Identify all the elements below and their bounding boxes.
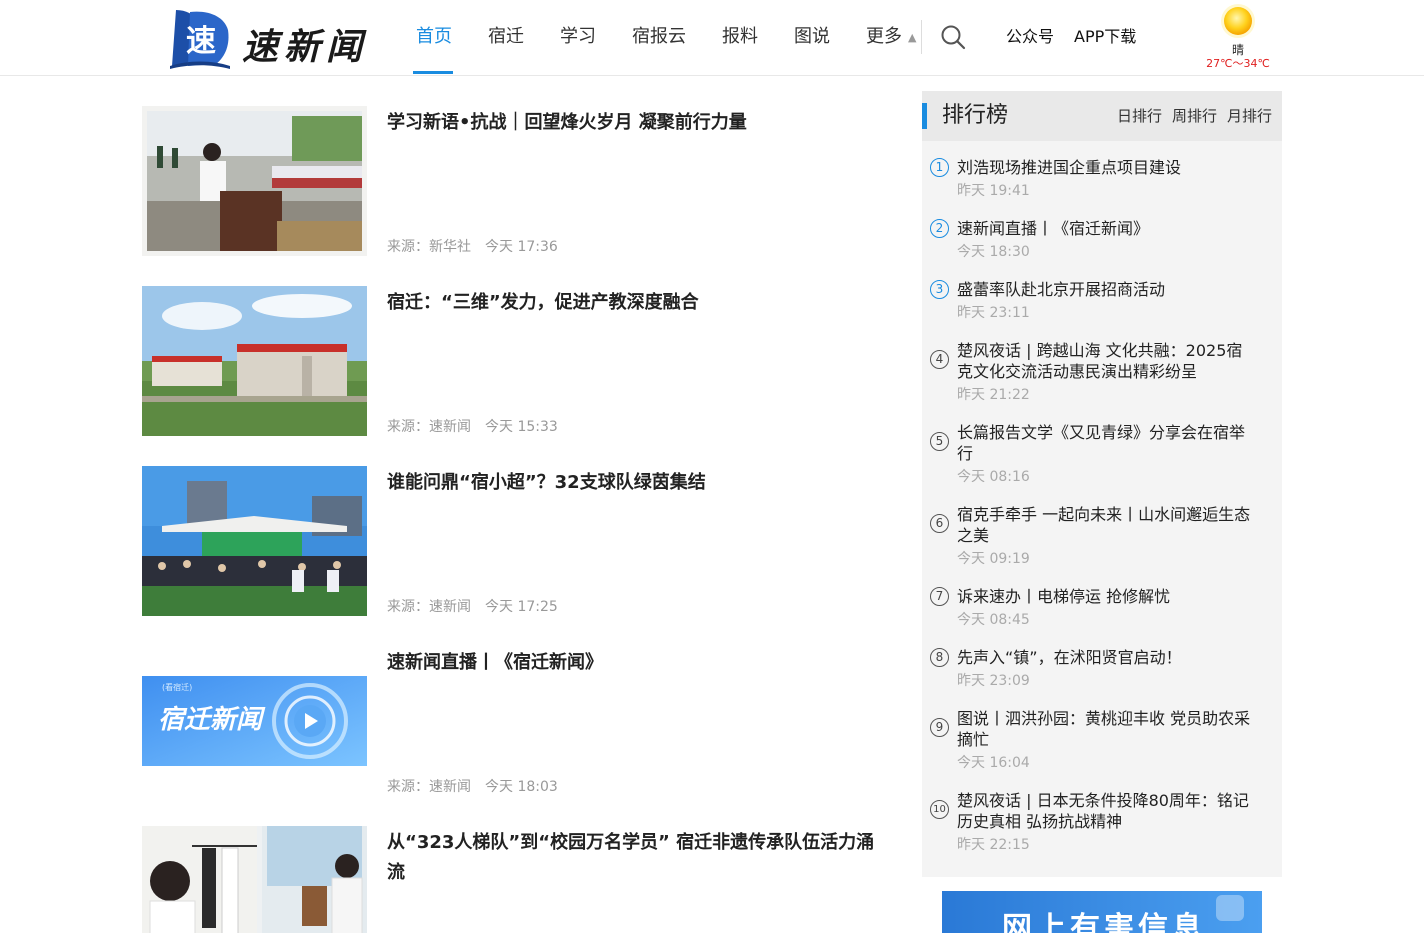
rank-number: 7 xyxy=(930,587,949,606)
nav-item-study[interactable]: 学习 xyxy=(544,0,612,76)
news-item: 谁能问鼎“宿小超”？32支球队绿茵集结 来源：速新闻 今天 17:25 xyxy=(142,466,892,616)
news-time: 今天 18:03 xyxy=(485,779,558,795)
news-title[interactable]: 宿迁：“三维”发力，促进产教深度融合 xyxy=(387,288,887,318)
ranking-item-title[interactable]: 刘浩现场推进国企重点项目建设 xyxy=(957,157,1257,178)
live-broadcast-banner: (看宿迁) 宿迁新闻 xyxy=(142,646,367,796)
nav-item-tips[interactable]: 报料 xyxy=(706,0,774,76)
ranking-item-time: 昨天 23:09 xyxy=(957,673,1030,689)
campus-aerial-photo xyxy=(142,286,367,436)
ranking-item-time: 昨天 19:41 xyxy=(957,183,1030,199)
ranking-item-time: 今天 18:30 xyxy=(957,244,1030,260)
news-meta: 来源：速新闻 今天 18:03 xyxy=(387,776,572,796)
ranking-item-time: 今天 08:16 xyxy=(957,469,1030,485)
news-source: 来源：新华社 xyxy=(387,239,471,255)
thumb-tag: (看宿迁) xyxy=(162,682,192,692)
nav-divider xyxy=(921,20,922,54)
football-event-photo xyxy=(142,466,367,616)
logo-wordmark: 速新闻 xyxy=(242,26,369,68)
weather-widget: 晴 27℃～34℃ xyxy=(1200,2,1276,74)
news-title[interactable]: 从“323人梯队”到“校园万名学员” 宿迁非遗传承队伍活力涌流 xyxy=(387,828,887,888)
nav-item-photo[interactable]: 图说 xyxy=(778,0,846,76)
site-logo[interactable]: 速 速新闻 xyxy=(168,8,368,70)
rank-number: 1 xyxy=(930,158,949,177)
rank-number: 4 xyxy=(930,350,949,369)
thumb-title: 宿迁新闻 xyxy=(158,705,266,735)
ranking-item-title[interactable]: 诉来速办丨电梯停运 抢修解忧 xyxy=(957,586,1257,607)
ceremony-photo xyxy=(142,106,367,256)
news-item: (看宿迁) 宿迁新闻 速新闻直播丨《宿迁新闻》 来源：速新闻 今天 18:03 xyxy=(142,646,892,796)
ranking-item-title[interactable]: 宿克手牵手 一起向未来丨山水间邂逅生态之美 xyxy=(957,504,1257,546)
ranking-item-time: 昨天 21:22 xyxy=(957,387,1030,403)
news-meta: 来源：速新闻 今天 15:33 xyxy=(387,416,572,436)
nav-item-subaoyun[interactable]: 宿报云 xyxy=(616,0,702,76)
heritage-photo xyxy=(142,826,367,933)
news-source: 来源：速新闻 xyxy=(387,599,471,615)
news-thumbnail[interactable] xyxy=(142,106,367,256)
ranking-item-title[interactable]: 先声入“镇”，在沭阳贤官启动！ xyxy=(957,647,1257,668)
ranking-header: 排行榜 日排行 周排行 月排行 xyxy=(922,91,1282,141)
ranking-accent-bar xyxy=(922,103,927,129)
app-download-link[interactable]: APP下载 xyxy=(1074,0,1136,76)
rank-number: 8 xyxy=(930,648,949,667)
nav-more-label: 更多 xyxy=(866,26,902,47)
ranking-item-time: 昨天 22:15 xyxy=(957,837,1030,853)
ranking-title: 排行榜 xyxy=(942,103,1009,128)
news-time: 今天 15:33 xyxy=(485,419,558,435)
news-thumbnail[interactable] xyxy=(142,826,367,933)
logo-mark-icon: 速 xyxy=(170,10,230,69)
news-time: 今天 17:25 xyxy=(485,599,558,615)
ranking-item-title[interactable]: 楚风夜话 | 日本无条件投降80周年：铭记历史真相 弘扬抗战精神 xyxy=(957,790,1257,832)
rank-number: 10 xyxy=(930,800,949,819)
ranking-item-time: 昨天 23:11 xyxy=(957,305,1030,321)
chevron-up-icon: ▲ xyxy=(908,31,917,44)
news-thumbnail[interactable] xyxy=(142,466,367,616)
news-item: 从“323人梯队”到“校园万名学员” 宿迁非遗传承队伍活力涌流 xyxy=(142,826,892,933)
ranking-item-title[interactable]: 长篇报告文学《又见青绿》分享会在宿举行 xyxy=(957,422,1257,464)
ranking-item-title[interactable]: 速新闻直播丨《宿迁新闻》 xyxy=(957,218,1257,239)
sun-icon xyxy=(1221,4,1255,38)
search-icon[interactable] xyxy=(940,24,966,50)
ranking-item-time: 今天 08:45 xyxy=(957,612,1030,628)
ranking-panel: 排行榜 日排行 周排行 月排行 1 刘浩现场推进国企重点项目建设 昨天 19:4… xyxy=(922,91,1282,877)
ranking-item-time: 今天 16:04 xyxy=(957,755,1030,771)
harmful-info-report-banner[interactable]: 网上有害信息 xyxy=(942,891,1262,933)
ranking-item-time: 今天 09:19 xyxy=(957,551,1030,567)
news-meta: 来源：新华社 今天 17:36 xyxy=(387,236,572,256)
news-meta: 来源：速新闻 今天 17:25 xyxy=(387,596,572,616)
nav-item-home[interactable]: 首页 xyxy=(400,0,468,76)
ranking-item-title[interactable]: 盛蕾率队赴北京开展招商活动 xyxy=(957,279,1257,300)
main-nav: 首页 宿迁 学习 宿报云 报料 图说 更多 ▲ xyxy=(400,0,936,76)
rank-number: 5 xyxy=(930,432,949,451)
tab-monthly-ranking[interactable]: 月排行 xyxy=(1227,105,1272,127)
ranking-item-title[interactable]: 图说丨泗洪孙园：黄桃迎丰收 党员助农采摘忙 xyxy=(957,708,1257,750)
banner-deco-icon xyxy=(1216,895,1244,921)
news-thumbnail[interactable]: (看宿迁) 宿迁新闻 xyxy=(142,646,367,796)
tab-daily-ranking[interactable]: 日排行 xyxy=(1117,105,1162,127)
news-item: 宿迁：“三维”发力，促进产教深度融合 来源：速新闻 今天 15:33 xyxy=(142,286,892,436)
news-time: 今天 17:36 xyxy=(485,239,558,255)
news-title[interactable]: 谁能问鼎“宿小超”？32支球队绿茵集结 xyxy=(387,468,887,498)
weather-description: 晴 xyxy=(1231,43,1244,57)
rank-number: 9 xyxy=(930,718,949,737)
news-thumbnail[interactable] xyxy=(142,286,367,436)
tab-weekly-ranking[interactable]: 周排行 xyxy=(1172,105,1217,127)
news-item: 学习新语•抗战｜回望烽火岁月 凝聚前行力量 来源：新华社 今天 17:36 xyxy=(142,106,892,256)
rank-number: 6 xyxy=(930,514,949,533)
site-header: 速 速新闻 首页 宿迁 学习 宿报云 报料 图说 更多 ▲ 公众号 APP下载 xyxy=(0,0,1424,76)
news-source: 来源：速新闻 xyxy=(387,779,471,795)
news-source: 来源：速新闻 xyxy=(387,419,471,435)
news-title[interactable]: 速新闻直播丨《宿迁新闻》 xyxy=(387,648,887,678)
weather-temperature: 27℃～34℃ xyxy=(1206,57,1270,70)
news-title[interactable]: 学习新语•抗战｜回望烽火岁月 凝聚前行力量 xyxy=(387,108,887,138)
wechat-account-link[interactable]: 公众号 xyxy=(1006,0,1054,76)
nav-item-suqian[interactable]: 宿迁 xyxy=(472,0,540,76)
rank-number: 2 xyxy=(930,219,949,238)
banner-text: 网上有害信息 xyxy=(1002,911,1206,933)
ranking-item-title[interactable]: 楚风夜话 | 跨越山海 文化共融：2025宿克文化交流活动惠民演出精彩纷呈 xyxy=(957,340,1257,382)
rank-number: 3 xyxy=(930,280,949,299)
logo-glyph: 速 xyxy=(186,24,216,59)
